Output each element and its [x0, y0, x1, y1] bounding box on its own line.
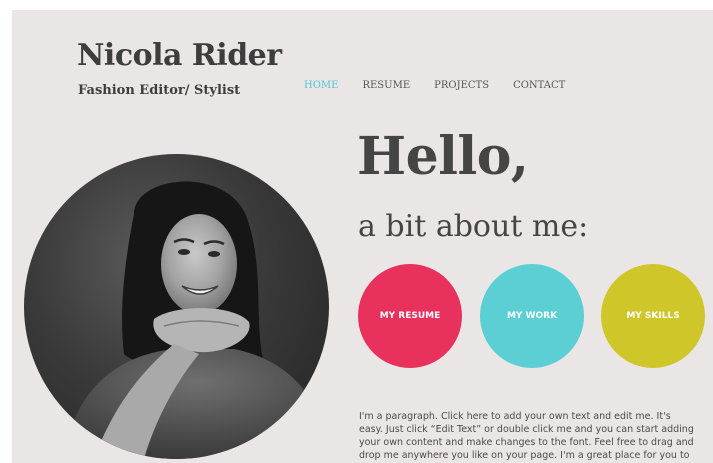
about-subheading: a bit about me: [358, 209, 589, 244]
page: Nicola Rider Fashion Editor/ Stylist HOM… [12, 10, 713, 463]
my-skills-button-label: MY SKILLS [626, 311, 680, 321]
nav-item-resume[interactable]: RESUME [362, 80, 410, 91]
nav-item-contact[interactable]: CONTACT [513, 80, 565, 91]
profile-photo [24, 154, 329, 459]
hello-heading: Hello, [357, 126, 529, 187]
site-title[interactable]: Nicola Rider [77, 38, 282, 73]
my-resume-button-label: MY RESUME [379, 311, 441, 321]
site-subtitle: Fashion Editor/ Stylist [78, 83, 241, 98]
nav-item-home[interactable]: HOME [304, 80, 338, 91]
nav-item-projects[interactable]: PROJECTS [434, 80, 489, 91]
my-work-button-label: MY WORK [506, 311, 558, 321]
main-nav: HOME RESUME PROJECTS CONTACT [304, 80, 589, 91]
my-work-button[interactable]: MY WORK [480, 264, 584, 368]
my-skills-button[interactable]: MY SKILLS [601, 264, 705, 368]
portrait-photo-icon [64, 181, 329, 459]
about-paragraph: I'm a paragraph. Click here to add your … [359, 410, 694, 462]
my-resume-button[interactable]: MY RESUME [358, 264, 462, 368]
